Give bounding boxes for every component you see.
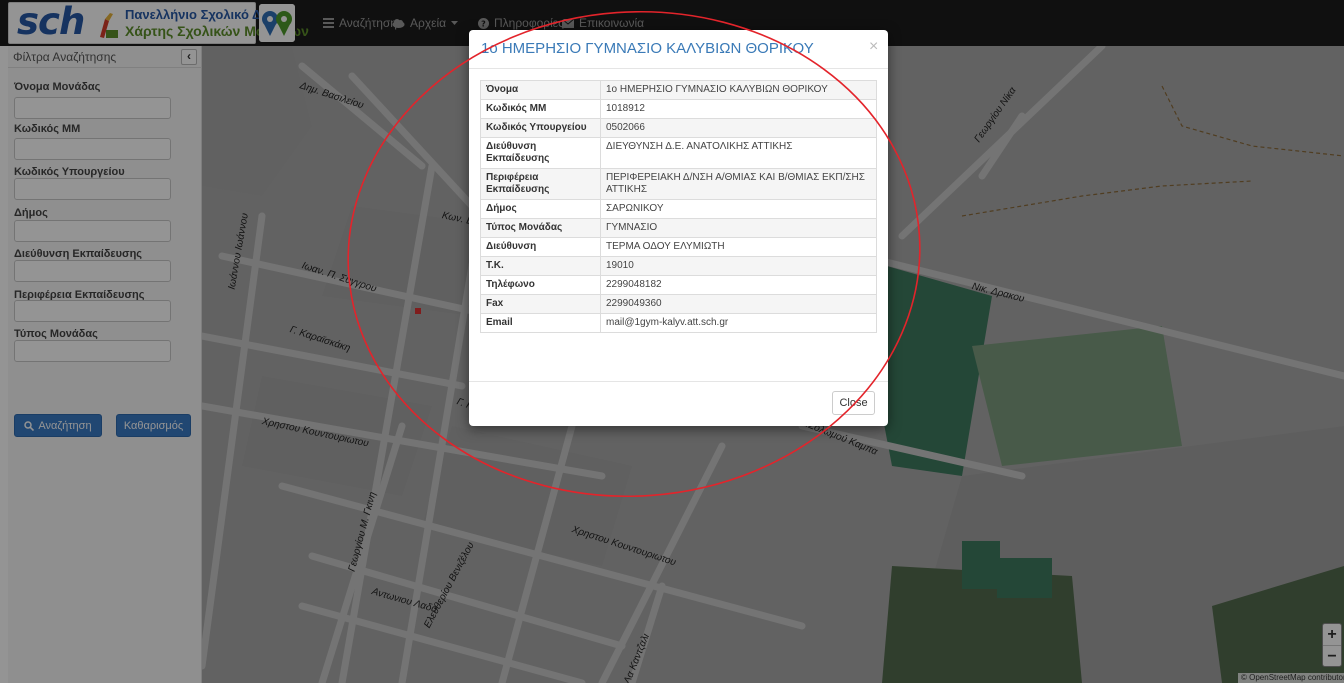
modal-close-icon[interactable]: ×	[869, 39, 878, 55]
mm-code-link[interactable]: 1018912	[600, 99, 877, 119]
info-key: Email	[480, 313, 601, 333]
table-row: Διεύθυνση Εκπαίδευσης ΔΙΕΥΘΥΝΣΗ Δ.Ε. ΑΝΑ…	[480, 137, 877, 169]
table-row: Τ.Κ. 19010	[480, 256, 877, 276]
info-value: mail@1gym-kalyv.att.sch.gr	[600, 313, 877, 333]
table-row: Διεύθυνση ΤΕΡΜΑ ΟΔΟΥ ΕΛΥΜΙΩΤΗ	[480, 237, 877, 257]
info-key: Δήμος	[480, 199, 601, 219]
table-row: Περιφέρεια Εκπαίδευσης ΠΕΡΙΦΕΡΕΙΑΚΗ Δ/ΝΣ…	[480, 168, 877, 200]
table-row: Email mail@1gym-kalyv.att.sch.gr	[480, 313, 877, 333]
table-row: Κωδικός Υπουργείου 0502066	[480, 118, 877, 138]
info-key: Κωδικός Υπουργείου	[480, 118, 601, 138]
info-value: 2299049360	[600, 294, 877, 314]
info-key: Τύπος Μονάδας	[480, 218, 601, 238]
table-row: Fax 2299049360	[480, 294, 877, 314]
info-key: Διεύθυνση Εκπαίδευσης	[480, 137, 601, 169]
table-row: Τηλέφωνο 2299048182	[480, 275, 877, 295]
info-value: ΠΕΡΙΦΕΡΕΙΑΚΗ Δ/ΝΣΗ Α/ΘΜΙΑΣ ΚΑΙ Β/ΘΜΙΑΣ Ε…	[600, 168, 877, 200]
info-key: Τ.Κ.	[480, 256, 601, 276]
info-value: 19010	[600, 256, 877, 276]
info-value: 1ο ΗΜΕΡΗΣΙΟ ΓΥΜΝΑΣΙΟ ΚΑΛΥΒΙΩΝ ΘΟΡΙΚΟΥ	[600, 80, 877, 100]
modal-title: 1ο ΗΜΕΡΗΣΙΟ ΓΥΜΝΑΣΙΟ ΚΑΛΥΒΙΩΝ ΘΟΡΙΚΟΥ	[481, 40, 814, 57]
info-value: ΤΕΡΜΑ ΟΔΟΥ ΕΛΥΜΙΩΤΗ	[600, 237, 877, 257]
info-value: 0502066	[600, 118, 877, 138]
modal-footer-divider	[469, 381, 888, 382]
table-row: Κωδικός ΜΜ 1018912	[480, 99, 877, 119]
table-row: Όνομα 1ο ΗΜΕΡΗΣΙΟ ΓΥΜΝΑΣΙΟ ΚΑΛΥΒΙΩΝ ΘΟΡΙ…	[480, 80, 877, 100]
info-value: 2299048182	[600, 275, 877, 295]
info-key: Κωδικός ΜΜ	[480, 99, 601, 119]
table-row: Δήμος ΣΑΡΩΝΙΚΟΥ	[480, 199, 877, 219]
info-value: ΔΙΕΥΘΥΝΣΗ Δ.Ε. ΑΝΑΤΟΛΙΚΗΣ ΑΤΤΙΚΗΣ	[600, 137, 877, 169]
table-row: Τύπος Μονάδας ΓΥΜΝΑΣΙΟ	[480, 218, 877, 238]
info-value: ΓΥΜΝΑΣΙΟ	[600, 218, 877, 238]
modal-header-divider	[469, 68, 888, 69]
info-key: Όνομα	[480, 80, 601, 100]
school-details-modal: 1ο ΗΜΕΡΗΣΙΟ ΓΥΜΝΑΣΙΟ ΚΑΛΥΒΙΩΝ ΘΟΡΙΚΟΥ × …	[469, 30, 888, 426]
info-key: Διεύθυνση	[480, 237, 601, 257]
info-key: Τηλέφωνο	[480, 275, 601, 295]
info-value: ΣΑΡΩΝΙΚΟΥ	[600, 199, 877, 219]
school-info-table: Όνομα 1ο ΗΜΕΡΗΣΙΟ ΓΥΜΝΑΣΙΟ ΚΑΛΥΒΙΩΝ ΘΟΡΙ…	[480, 80, 877, 333]
info-key: Fax	[480, 294, 601, 314]
info-key: Περιφέρεια Εκπαίδευσης	[480, 168, 601, 200]
close-button[interactable]: Close	[832, 391, 875, 415]
